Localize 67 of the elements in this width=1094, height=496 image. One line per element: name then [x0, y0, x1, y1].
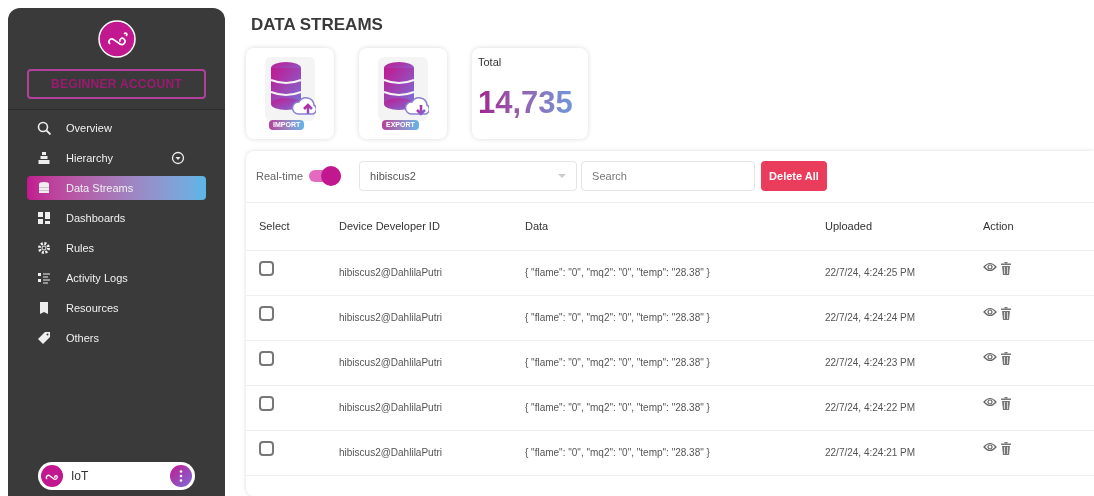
- table-cell-text: hibiscus2@DahlilaPutri: [339, 356, 443, 370]
- device-select[interactable]: hibiscus2: [359, 161, 578, 191]
- pyramid-icon: [37, 151, 51, 165]
- menu-item[interactable]: Overview: [27, 116, 206, 140]
- list-icon: [37, 271, 51, 285]
- row-checkbox[interactable]: [259, 351, 274, 366]
- tag-icon: [37, 331, 51, 345]
- database-cloud-icon: [377, 56, 429, 122]
- table-cell-text: hibiscus2@DahlilaPutri: [339, 266, 443, 280]
- page-title: DATA STREAMS: [251, 14, 384, 36]
- book-icon: [37, 301, 51, 315]
- logo-icon: [97, 20, 136, 58]
- table-cell-text: 22/7/24, 4:24:22 PM: [825, 401, 917, 415]
- delete-all-button[interactable]: Delete All: [761, 161, 827, 191]
- table-cell-text: { "flame": "0", "mq2": "0", "temp": "28.38" }: [525, 356, 711, 370]
- eye-icon[interactable]: [983, 262, 997, 272]
- row-checkbox[interactable]: [259, 396, 274, 411]
- table-cell-text: 22/7/24, 4:24:25 PM: [825, 266, 917, 280]
- database-cloud-icon: [264, 56, 316, 122]
- trash-icon[interactable]: [1001, 442, 1011, 455]
- table-cell-text: 22/7/24, 4:24:23 PM: [825, 356, 917, 370]
- row-checkbox[interactable]: [259, 306, 274, 321]
- row-checkbox[interactable]: [259, 261, 274, 276]
- realtime-label: Real-time: [256, 168, 304, 184]
- column-header: Action: [983, 218, 1015, 234]
- column-header: Uploaded: [825, 218, 874, 234]
- menu-item[interactable]: Others: [27, 326, 206, 350]
- eye-icon[interactable]: [983, 307, 997, 317]
- table-cell-text: { "flame": "0", "mq2": "0", "temp": "28.38" }: [525, 311, 711, 325]
- logo-icon: [41, 465, 63, 487]
- trash-icon[interactable]: [1001, 352, 1011, 365]
- table-cell-text: { "flame": "0", "mq2": "0", "temp": "28.38" }: [525, 446, 711, 460]
- eye-icon[interactable]: [983, 397, 997, 407]
- workspace-selector[interactable]: IoT: [38, 462, 195, 490]
- column-header: Data: [525, 218, 550, 234]
- database-icon: [37, 181, 51, 195]
- card-title: Total: [478, 54, 503, 70]
- column-header: Device Developer ID: [339, 218, 441, 234]
- menu-item[interactable]: Resources: [27, 296, 206, 320]
- menu-item[interactable]: Activity Logs: [27, 266, 206, 290]
- gear-icon: [37, 241, 51, 255]
- workspace-name: IoT: [71, 468, 90, 485]
- table-cell-text: { "flame": "0", "mq2": "0", "temp": "28.38" }: [525, 266, 711, 280]
- trash-icon[interactable]: [1001, 397, 1011, 410]
- menu-item[interactable]: Rules: [27, 236, 206, 260]
- account-badge: BEGINNER ACCOUNT: [27, 69, 206, 99]
- table-cell-text: hibiscus2@DahlilaPutri: [339, 446, 443, 460]
- table-cell-text: { "flame": "0", "mq2": "0", "temp": "28.38" }: [525, 401, 711, 415]
- table-cell-text: 22/7/24, 4:24:21 PM: [825, 446, 917, 460]
- more-icon[interactable]: [170, 465, 192, 487]
- column-header: Select: [259, 218, 291, 234]
- menu-item[interactable]: Hierarchy: [27, 146, 206, 170]
- menu-item[interactable]: Data Streams: [27, 176, 206, 200]
- caret-icon: [558, 173, 567, 179]
- menu-item[interactable]: Dashboards: [27, 206, 206, 230]
- table-cell-text: hibiscus2@DahlilaPutri: [339, 311, 443, 325]
- table-cell-text: hibiscus2@DahlilaPutri: [339, 401, 443, 415]
- search-field[interactable]: Search: [581, 161, 756, 191]
- eye-icon[interactable]: [983, 352, 997, 362]
- eye-icon[interactable]: [983, 442, 997, 452]
- trash-icon[interactable]: [1001, 307, 1011, 320]
- row-checkbox[interactable]: [259, 441, 274, 456]
- search-icon: [37, 121, 51, 135]
- table-cell-text: 22/7/24, 4:24:24 PM: [825, 311, 917, 325]
- dashboard-icon: [37, 211, 51, 225]
- trash-icon[interactable]: [1001, 262, 1011, 275]
- dropdown-icon[interactable]: [171, 151, 185, 165]
